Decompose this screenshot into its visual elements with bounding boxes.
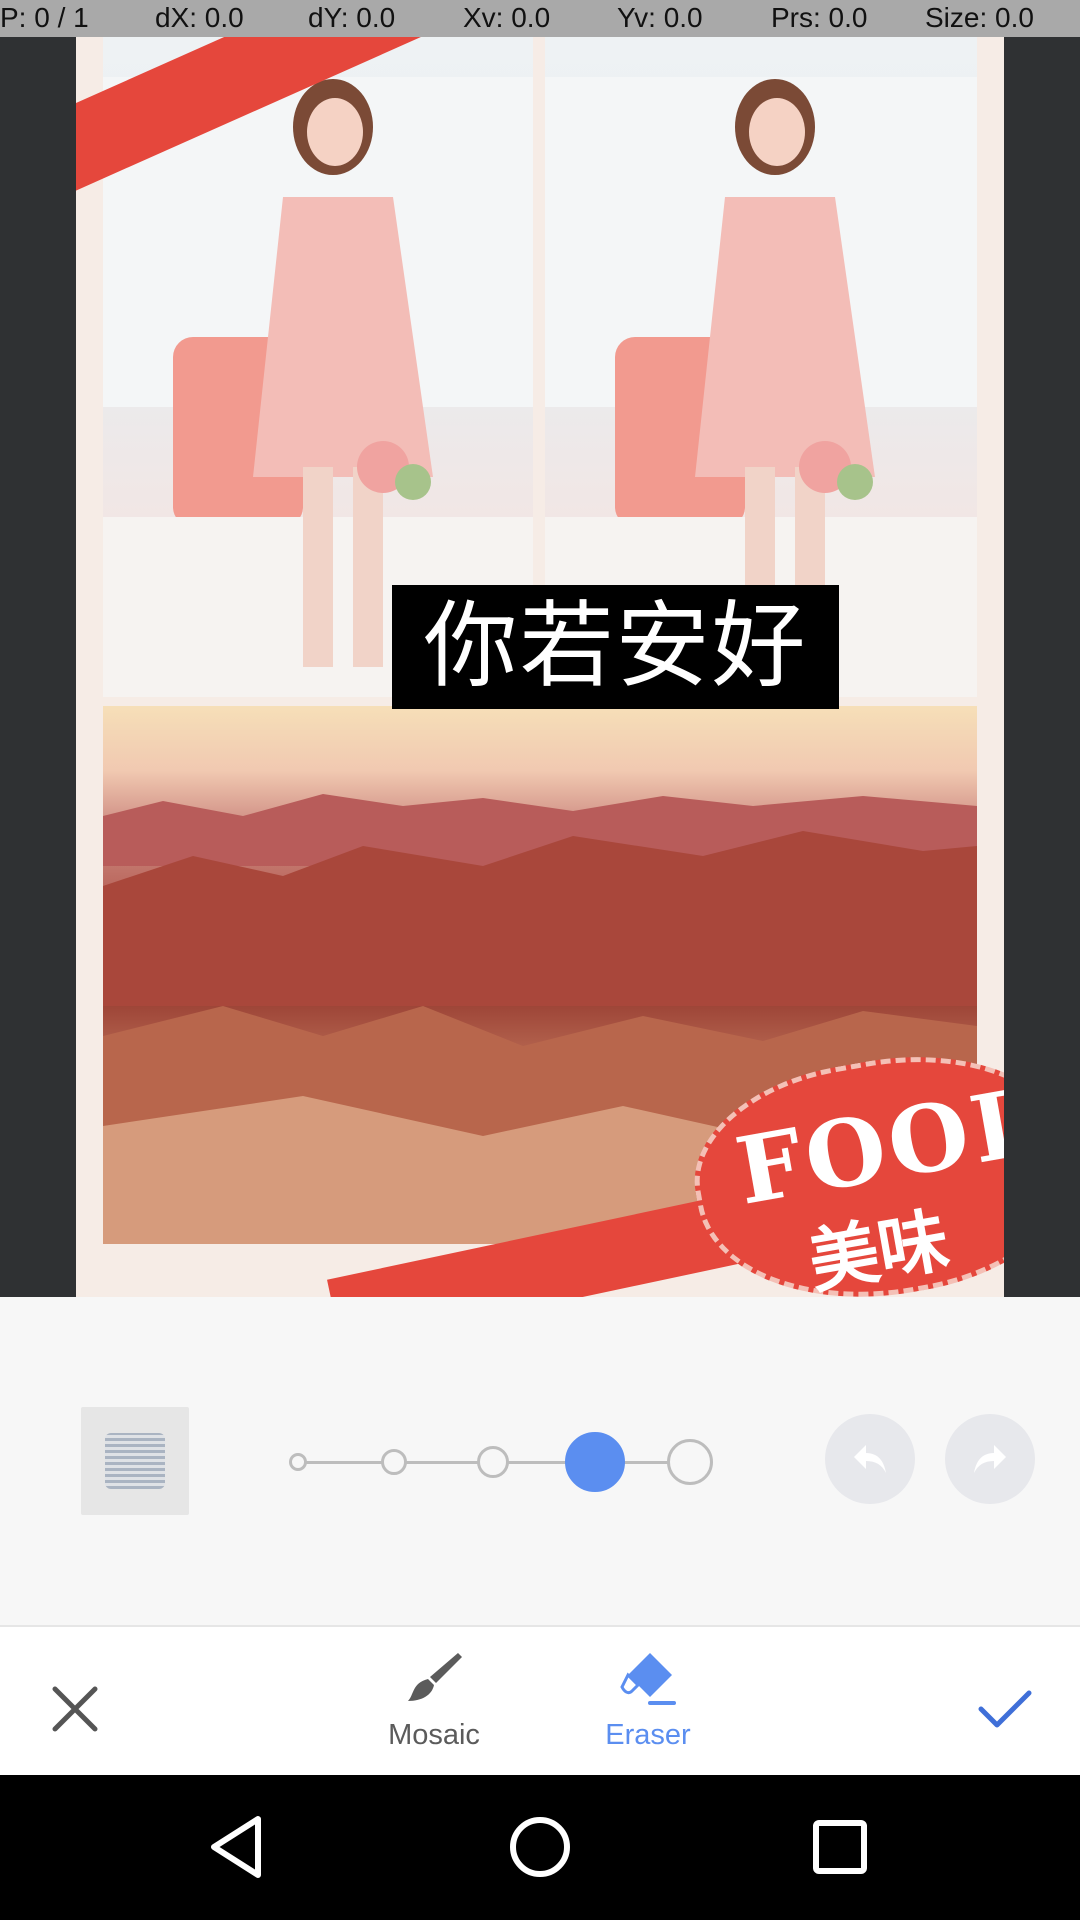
pointer-count: P: 0 / 1 <box>0 2 89 33</box>
pointer-location-overlay: P: 0 / 1 dX: 0.0 dY: 0.0 Xv: 0.0 Yv: 0.0… <box>0 0 1080 37</box>
brush-size-option[interactable] <box>381 1449 407 1475</box>
pointer-dx: dX: 0.0 <box>155 2 244 33</box>
mosaic-texture-icon <box>105 1433 165 1489</box>
nav-recents-button[interactable] <box>800 1807 880 1887</box>
pointer-pressure: Prs: 0.0 <box>771 2 868 33</box>
system-navigation-bar <box>0 1775 1080 1920</box>
brush-icon <box>408 1653 462 1701</box>
recents-square-icon <box>813 1820 867 1874</box>
cancel-button[interactable] <box>45 1679 105 1739</box>
eraser-tool-label: Eraser <box>605 1719 691 1751</box>
checkmark-icon <box>978 1690 1032 1728</box>
brush-size-option[interactable] <box>289 1453 307 1471</box>
brush-size-option[interactable] <box>477 1446 509 1478</box>
pointer-size: Size: 0.0 <box>925 2 1034 33</box>
pointer-yv: Yv: 0.0 <box>617 2 703 33</box>
redo-button[interactable] <box>945 1414 1035 1504</box>
photo-caption: 你若安好 <box>392 585 839 709</box>
brush-size-selector[interactable] <box>280 1427 720 1497</box>
pointer-xv: Xv: 0.0 <box>463 2 551 33</box>
mosaic-tool-label: Mosaic <box>388 1719 480 1751</box>
nav-home-button[interactable] <box>500 1807 580 1887</box>
photo-being-edited[interactable]: 你若安好 FOOD 美味 <box>76 0 1004 1297</box>
eraser-tool-button[interactable]: Eraser <box>568 1647 728 1757</box>
back-triangle-icon <box>211 1816 261 1878</box>
undo-icon <box>854 1445 886 1473</box>
mosaic-pattern-preview[interactable] <box>81 1407 189 1515</box>
eraser-icon <box>620 1653 676 1705</box>
home-circle-icon <box>510 1817 570 1877</box>
editing-canvas[interactable]: 你若安好 FOOD 美味 <box>0 0 1080 1297</box>
mosaic-tool-button[interactable]: Mosaic <box>354 1647 514 1757</box>
close-icon <box>52 1686 98 1732</box>
brush-controls <box>0 1297 1080 1625</box>
undo-button[interactable] <box>825 1414 915 1504</box>
redo-icon <box>974 1445 1006 1473</box>
brush-size-option[interactable] <box>667 1439 713 1485</box>
nav-back-button[interactable] <box>200 1807 280 1887</box>
pointer-dy: dY: 0.0 <box>308 2 396 33</box>
confirm-button[interactable] <box>975 1679 1035 1739</box>
brush-size-option-selected[interactable] <box>565 1432 625 1492</box>
editor-toolbar: Mosaic Eraser <box>0 1625 1080 1775</box>
